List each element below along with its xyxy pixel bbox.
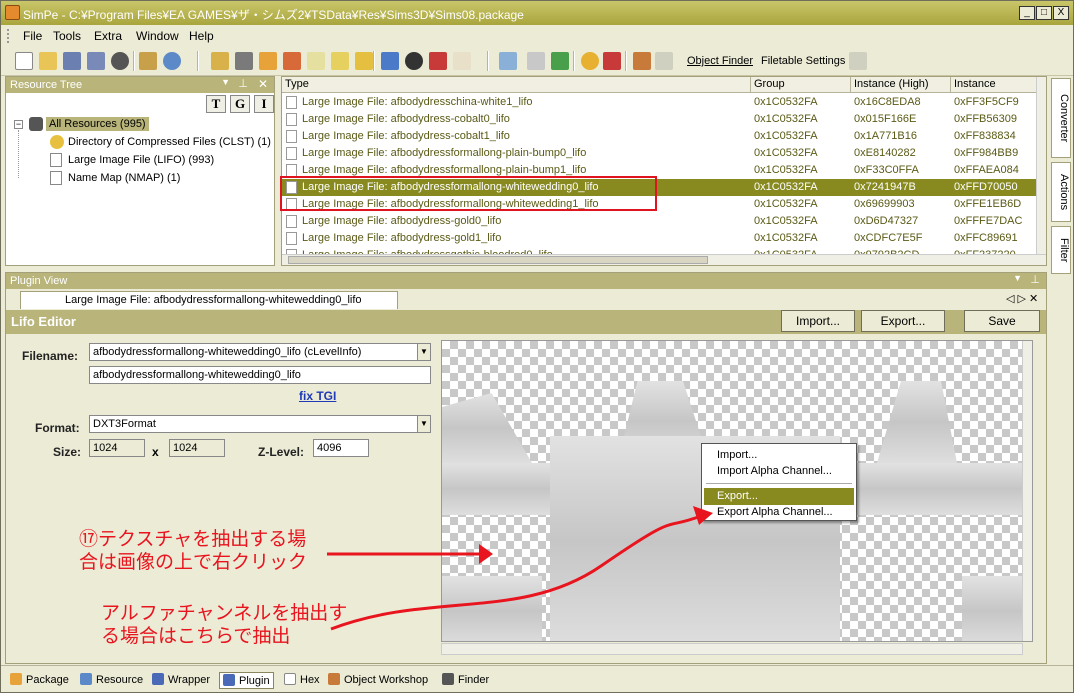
wrapper-icon (152, 673, 164, 685)
tab-wrapper[interactable]: Wrapper (149, 672, 213, 687)
hex-icon (284, 673, 296, 685)
tab-label: Wrapper (168, 674, 210, 686)
simpe-window: SimPe - C:¥Program Files¥EA GAMES¥ザ・シムズ2… (0, 0, 1074, 693)
tab-label: Object Workshop (344, 674, 429, 686)
annotation-arrows (327, 506, 713, 631)
arrow-2-head (693, 506, 713, 525)
tab-resource[interactable]: Resource (77, 672, 146, 687)
tab-label: Resource (96, 674, 144, 686)
package-icon (10, 673, 22, 685)
tab-finder[interactable]: Finder (439, 672, 492, 687)
tab-label: Package (26, 674, 69, 686)
tab-label: Finder (458, 674, 490, 686)
tab-hex[interactable]: Hex (281, 672, 323, 687)
tab-label: Hex (300, 674, 320, 686)
tab-plugin[interactable]: Plugin (219, 672, 274, 689)
plugin-icon (223, 674, 235, 686)
tab-package[interactable]: Package (7, 672, 72, 687)
arrow-1-head (479, 544, 493, 564)
arrow-2-line (330, 514, 702, 631)
tab-label: Plugin (239, 675, 270, 687)
bottom-tabs: Package Resource Wrapper Plugin Hex Obje… (1, 665, 1073, 692)
binoculars-icon (442, 673, 454, 685)
workshop-icon (328, 673, 340, 685)
tab-object-workshop[interactable]: Object Workshop (325, 672, 431, 687)
resource-icon (80, 673, 92, 685)
